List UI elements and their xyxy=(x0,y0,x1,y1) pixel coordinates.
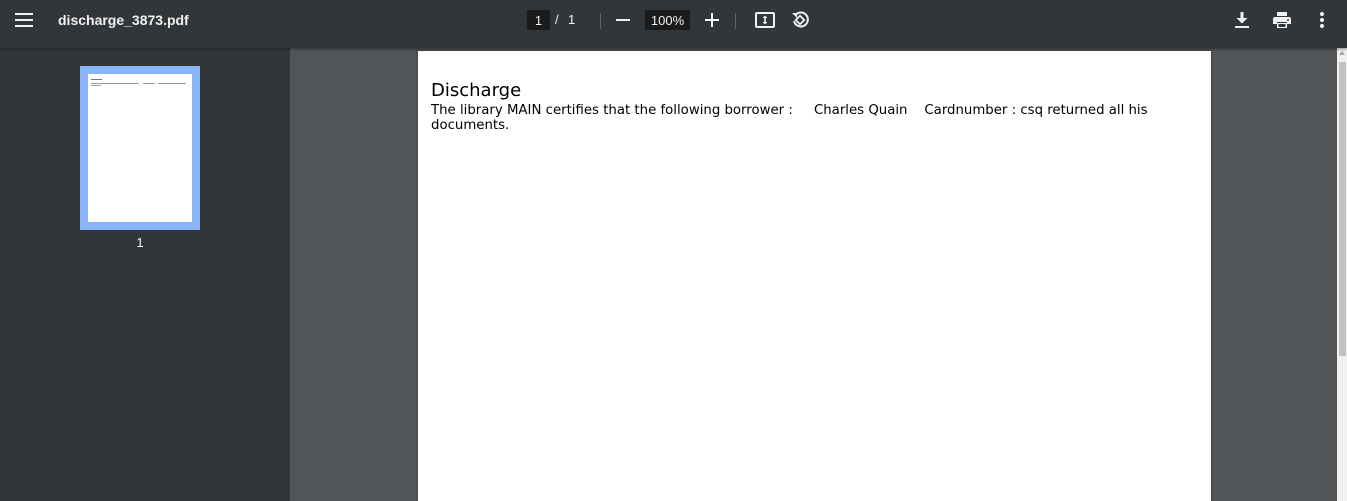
document-viewer[interactable]: Discharge The library MAIN certifies tha… xyxy=(290,48,1337,501)
scroll-up-arrow-icon[interactable] xyxy=(1339,51,1345,55)
page-number-input[interactable] xyxy=(527,10,550,30)
pdf-page: Discharge The library MAIN certifies tha… xyxy=(418,51,1211,501)
print-button[interactable] xyxy=(1266,4,1298,36)
vertical-scrollbar[interactable] xyxy=(1337,48,1347,501)
thumbnail-text-line xyxy=(158,83,186,84)
download-button[interactable] xyxy=(1226,4,1258,36)
rotate-counterclockwise-icon xyxy=(792,11,809,28)
plus-icon xyxy=(705,13,719,27)
document-heading: Discharge xyxy=(431,80,522,101)
toolbar-divider xyxy=(735,13,736,29)
document-body-text: The library MAIN certifies that the foll… xyxy=(431,103,1152,133)
thumbnail-page-number: 1 xyxy=(136,235,144,250)
thumbnail-text-line xyxy=(91,85,101,86)
page-thumbnail[interactable] xyxy=(80,66,200,230)
menu-icon xyxy=(15,13,33,27)
document-title: discharge_3873.pdf xyxy=(58,12,189,28)
page-separator: / xyxy=(555,12,559,27)
thumbnail-page-preview xyxy=(88,74,192,222)
thumbnail-text-line xyxy=(91,79,102,80)
download-icon xyxy=(1235,12,1249,28)
menu-button[interactable] xyxy=(8,4,40,36)
fit-to-page-button[interactable] xyxy=(749,4,781,36)
thumbnail-text-line xyxy=(143,83,155,84)
minus-icon xyxy=(616,19,630,21)
print-icon xyxy=(1273,12,1291,28)
zoom-level-input[interactable] xyxy=(645,10,690,30)
fit-to-page-icon xyxy=(755,12,775,28)
rotate-button[interactable] xyxy=(784,4,816,36)
zoom-out-button[interactable] xyxy=(607,4,639,36)
more-vertical-icon xyxy=(1320,12,1324,28)
thumbnail-sidebar: 1 xyxy=(0,48,290,501)
more-actions-button[interactable] xyxy=(1306,4,1338,36)
zoom-in-button[interactable] xyxy=(696,4,728,36)
thumbnail-text-line xyxy=(91,83,139,84)
total-pages: 1 xyxy=(568,12,576,27)
toolbar-divider xyxy=(600,13,601,29)
toolbar: discharge_3873.pdf / 1 xyxy=(0,0,1347,48)
scrollbar-thumb[interactable] xyxy=(1339,62,1346,356)
